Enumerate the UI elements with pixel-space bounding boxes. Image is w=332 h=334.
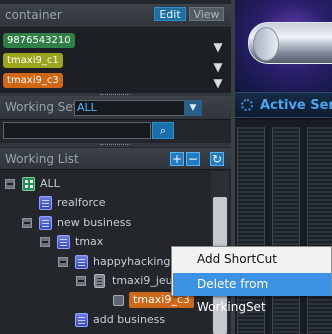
collapse-icon[interactable] [58,257,68,267]
add-button[interactable]: + [170,152,184,166]
view-button[interactable]: View [189,7,224,21]
container-tag[interactable]: tmaxi9_c3 [3,73,63,88]
collapse-icon[interactable] [40,237,50,247]
server-rack [272,127,300,334]
document-icon [94,274,105,288]
banner-image [235,0,332,92]
active-servers-title: Active Serv [260,98,332,113]
chevron-down-icon[interactable]: ▼ [211,60,225,74]
database-icon [75,255,88,269]
tree-node-add-business[interactable]: add business [0,311,200,329]
collapse-icon[interactable] [76,276,86,286]
working-list-title: Working List [5,152,79,166]
tree-node-label: happyhacking [93,255,171,268]
tree-node-label: add business [93,313,166,326]
plus-icon: + [171,152,183,166]
grid-icon [22,177,35,191]
menu-item-add-shortcut[interactable]: Add ShortCut [173,248,331,271]
tree-node-label: ALL [40,177,60,190]
database-icon [57,235,70,249]
database-icon [75,313,88,327]
chevron-down-icon[interactable]: ▼ [211,76,225,90]
server-rack [307,127,332,334]
collapse-icon[interactable] [5,179,15,189]
minus-icon: − [187,152,199,166]
collapse-icon[interactable] [22,218,32,228]
tree-node-all[interactable]: ALL [0,175,200,193]
active-servers-header: Active Serv [235,92,332,118]
refresh-button[interactable]: ↻ [210,152,224,166]
chevron-down-icon[interactable]: ▼ [211,40,225,54]
menu-item-delete-from-workingset[interactable]: Delete from WorkingSet [173,273,331,314]
tree-node-label: tmax [75,235,104,248]
tree-node-tmax[interactable]: tmax [0,233,200,251]
pipe-graphic [248,22,332,64]
search-icon: ⌕ [159,124,167,137]
chevron-down-icon[interactable]: ▼ [184,100,202,116]
working-set-title: Working Set [5,100,78,114]
tree-node-label: realforce [57,196,106,209]
tree-node-label: new business [57,216,132,229]
context-menu: Add ShortCut Delete from WorkingSet [171,246,332,314]
tree-node-new-business[interactable]: new business [0,214,200,232]
database-icon [39,216,52,230]
server-icon [113,295,124,306]
container-tag-list: 9876543210 tmaxi9_c1 tmaxi9_c3 ▼ ▼ ▼ [0,29,231,93]
tree-node-label: tmaxi9_jeus [112,274,179,287]
container-title: container [5,8,62,22]
search-button[interactable]: ⌕ [152,122,174,139]
edit-button[interactable]: Edit [154,7,186,21]
working-set-search-input[interactable] [3,122,151,139]
working-set-select[interactable]: ALL [74,100,202,116]
gear-icon [241,99,253,111]
splitter-handle[interactable] [0,143,231,147]
remove-button[interactable]: − [186,152,200,166]
container-tag[interactable]: tmaxi9_c1 [3,53,63,68]
database-icon [39,196,52,210]
tree-node-realforce[interactable]: realforce [0,194,200,212]
refresh-icon: ↻ [211,152,223,166]
container-tag[interactable]: 9876543210 [3,33,75,48]
